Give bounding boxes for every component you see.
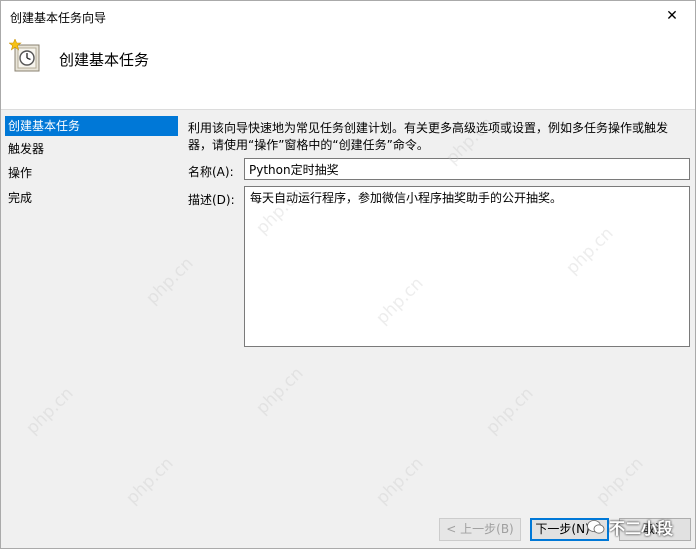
wechat-icon — [587, 520, 605, 534]
description-textarea[interactable]: 每天自动运行程序，参加微信小程序抽奖助手的公开抽奖。 — [244, 186, 690, 347]
close-button[interactable]: ✕ — [649, 1, 695, 31]
wizard-body: 创建基本任务 触发器 操作 完成 利用该向导快速地为常见任务创建计划。有关更多高… — [1, 110, 695, 510]
back-button[interactable]: < 上一步(B) — [439, 518, 521, 541]
title-bar: 创建基本任务向导 ✕ — [1, 1, 695, 31]
name-input[interactable] — [244, 158, 690, 180]
name-label: 名称(A): — [188, 165, 234, 179]
close-icon: ✕ — [666, 8, 678, 24]
wizard-window: 创建基本任务向导 ✕ 创建基本任务 创建基本任务 触发器 操作 完成 利用该向导… — [0, 0, 696, 549]
nav-item-finish[interactable]: 完成 — [5, 188, 178, 208]
window-title: 创建基本任务向导 — [10, 11, 107, 25]
page-title: 创建基本任务 — [59, 51, 150, 69]
brand-text: 不二小段 — [608, 519, 673, 538]
description-label: 描述(D): — [188, 193, 235, 207]
brand-watermark: 不二小段 — [587, 515, 673, 539]
instructions-text: 利用该向导快速地为常见任务创建计划。有关更多高级选项或设置，例如多任务操作或触发… — [188, 121, 669, 152]
task-clock-icon — [8, 38, 41, 73]
nav-item-action[interactable]: 操作 — [5, 163, 178, 183]
nav-item-create-task[interactable]: 创建基本任务 — [5, 116, 178, 136]
wizard-header: 创建基本任务 — [1, 31, 695, 110]
wizard-footer: < 上一步(B) 下一步(N) > 取消 不二小段 — [1, 510, 695, 548]
nav-item-trigger[interactable]: 触发器 — [5, 139, 178, 159]
